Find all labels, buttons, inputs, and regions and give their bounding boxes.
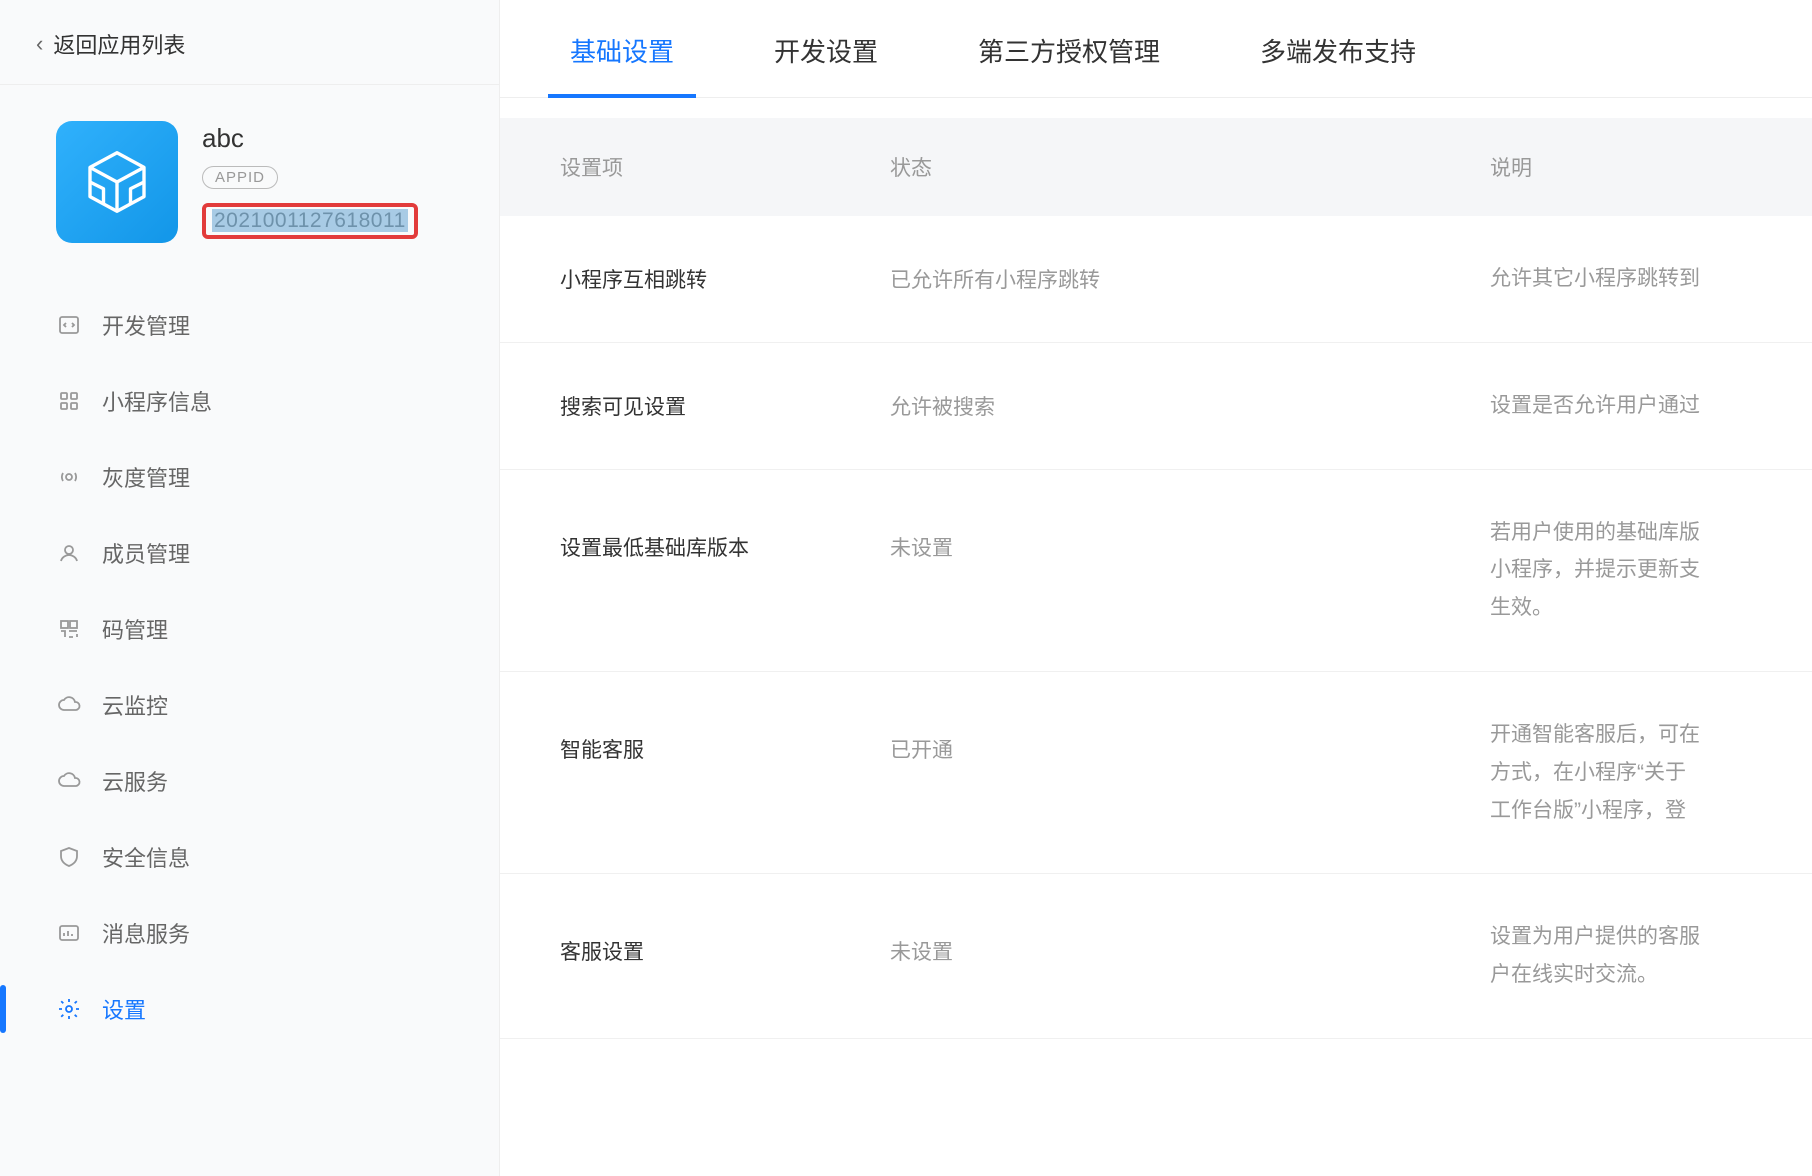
table-row[interactable]: 客服设置 未设置 设置为用户提供的客服户在线实时交流。 [500,874,1812,1039]
sidebar-item-message-service[interactable]: 消息服务 [0,895,499,971]
sidebar-item-cloud-service[interactable]: 云服务 [0,743,499,819]
grid-icon [56,388,82,414]
sidebar-item-cloud-monitor[interactable]: 云监控 [0,667,499,743]
cell-setting: 小程序互相跳转 [500,264,890,294]
cell-desc: 允许其它小程序跳转到 [1490,260,1812,298]
sidebar-item-label: 开发管理 [102,309,190,341]
sidebar-item-dev-manage[interactable]: 开发管理 [0,287,499,363]
sidebar-item-member-manage[interactable]: 成员管理 [0,515,499,591]
sidebar-item-label: 成员管理 [102,537,190,569]
cell-setting: 智能客服 [500,716,890,764]
cell-status: 未设置 [890,918,1490,966]
table-row[interactable]: 搜索可见设置 允许被搜索 设置是否允许用户通过 [500,343,1812,470]
sidebar-item-security[interactable]: 安全信息 [0,819,499,895]
app-icon [56,121,178,243]
tabs: 基础设置 开发设置 第三方授权管理 多端发布支持 [500,0,1812,98]
main-content: 基础设置 开发设置 第三方授权管理 多端发布支持 设置项 状态 说明 小程序互相… [500,0,1812,1176]
cell-status: 已允许所有小程序跳转 [890,264,1490,294]
chevron-left-icon: ‹ [36,31,43,57]
shield-icon [56,844,82,870]
th-desc: 说明 [1490,152,1812,182]
settings-table: 设置项 状态 说明 小程序互相跳转 已允许所有小程序跳转 允许其它小程序跳转到 … [500,118,1812,1039]
cell-status: 已开通 [890,716,1490,764]
cloud-icon [56,768,82,794]
cell-desc: 开通智能客服后，可在方式，在小程序“关于工作台版”小程序，登 [1490,716,1812,829]
tab-multi-publish[interactable]: 多端发布支持 [1210,0,1466,97]
tab-label: 基础设置 [570,37,674,67]
sidebar-item-label: 消息服务 [102,917,190,949]
broadcast-icon [56,464,82,490]
cell-status: 未设置 [890,514,1490,562]
table-row[interactable]: 设置最低基础库版本 未设置 若用户使用的基础库版小程序，并提示更新支生效。 [500,470,1812,672]
sidebar-item-settings[interactable]: 设置 [0,971,499,1047]
tab-third-party-auth[interactable]: 第三方授权管理 [928,0,1210,97]
appid-badge: APPID [202,166,278,189]
sidebar-item-label: 云服务 [102,765,168,797]
table-header: 设置项 状态 说明 [500,118,1812,216]
sidebar-item-miniapp-info[interactable]: 小程序信息 [0,363,499,439]
sidebar-item-label: 码管理 [102,613,168,645]
app-header: abc APPID 2021001127618011 [0,85,499,271]
sidebar: ‹ 返回应用列表 abc APPID 202 [0,0,500,1176]
gear-icon [56,996,82,1022]
app-logo-icon [81,146,153,218]
tab-dev-settings[interactable]: 开发设置 [724,0,928,97]
cell-setting: 客服设置 [500,918,890,966]
tab-label: 开发设置 [774,37,878,67]
tab-label: 多端发布支持 [1260,37,1416,67]
qrcode-icon [56,616,82,642]
tab-basic-settings[interactable]: 基础设置 [520,0,724,97]
cell-status: 允许被搜索 [890,391,1490,421]
app-name: abc [202,123,418,154]
table-row[interactable]: 小程序互相跳转 已允许所有小程序跳转 允许其它小程序跳转到 [500,216,1812,343]
back-link[interactable]: ‹ 返回应用列表 [0,0,499,85]
sidebar-item-label: 灰度管理 [102,461,190,493]
sidebar-item-gray-release[interactable]: 灰度管理 [0,439,499,515]
cell-desc: 若用户使用的基础库版小程序，并提示更新支生效。 [1490,514,1812,627]
appid-highlight: 2021001127618011 [202,203,418,239]
cell-setting: 搜索可见设置 [500,391,890,421]
user-icon [56,540,82,566]
appid-value[interactable]: 2021001127618011 [212,209,408,232]
cell-desc: 设置为用户提供的客服户在线实时交流。 [1490,918,1812,994]
cloud-icon [56,692,82,718]
table-row[interactable]: 智能客服 已开通 开通智能客服后，可在方式，在小程序“关于工作台版”小程序，登 [500,672,1812,874]
sidebar-item-label: 云监控 [102,689,168,721]
tab-label: 第三方授权管理 [978,37,1160,67]
sidebar-item-label: 设置 [102,993,146,1025]
chart-icon [56,920,82,946]
code-icon [56,312,82,338]
cell-setting: 设置最低基础库版本 [500,514,890,562]
sidebar-item-label: 小程序信息 [102,385,212,417]
sidebar-nav: 开发管理 小程序信息 灰度管理 成员管理 [0,287,499,1047]
sidebar-item-code-manage[interactable]: 码管理 [0,591,499,667]
cell-desc: 设置是否允许用户通过 [1490,387,1812,425]
back-label: 返回应用列表 [53,28,185,60]
th-status: 状态 [890,152,1490,182]
th-setting: 设置项 [500,152,890,182]
sidebar-item-label: 安全信息 [102,841,190,873]
